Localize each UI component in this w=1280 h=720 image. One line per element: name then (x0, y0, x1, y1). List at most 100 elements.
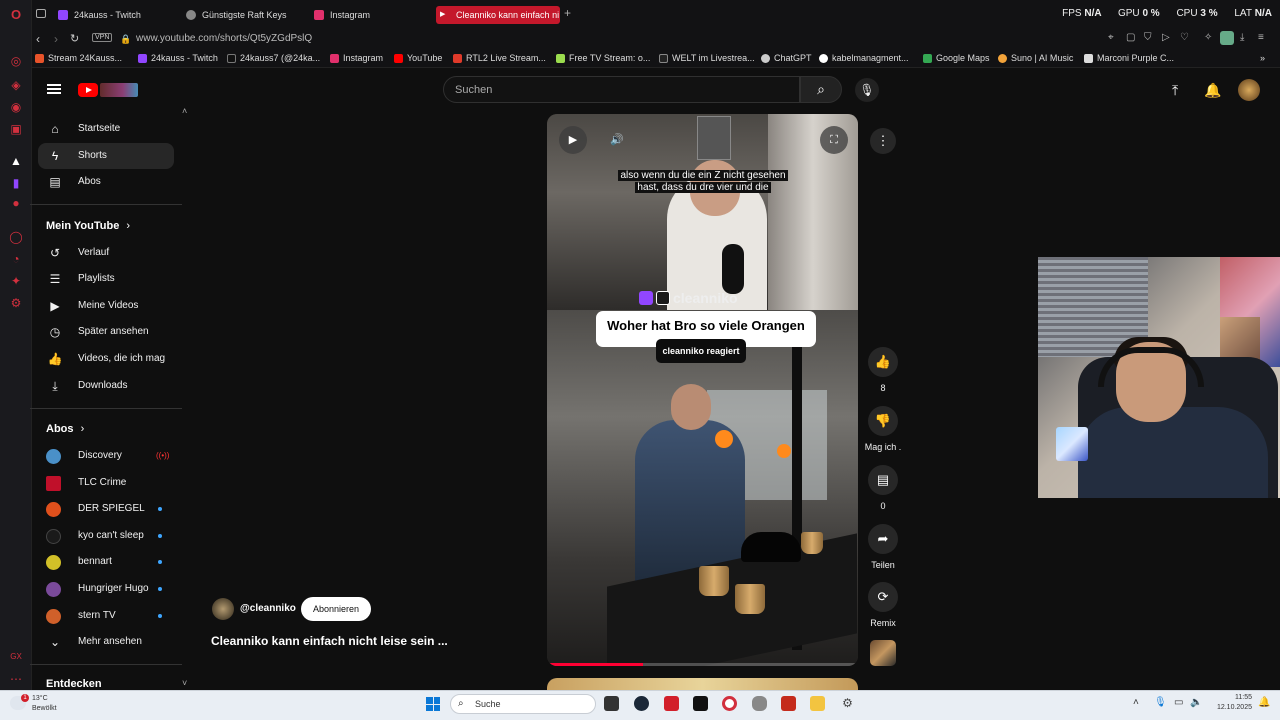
vpn-badge[interactable]: VPN (92, 33, 113, 42)
upload-icon[interactable]: ⤒ (1172, 82, 1178, 99)
bookmarks-overflow-icon[interactable]: » (1260, 53, 1265, 63)
sidebar-scroll-down-icon[interactable]: ˅ (182, 678, 187, 688)
taskbar-search[interactable]: ⌕ Suche (450, 694, 596, 714)
fullscreen-button[interactable]: ⛶ (820, 126, 848, 154)
subscription-bennart[interactable]: bennart (38, 549, 174, 575)
media-app-icon[interactable] (781, 696, 796, 711)
bookmark-item[interactable]: RTL2 Live Stream... (453, 53, 546, 63)
download-icon[interactable]: ⤓ (1240, 32, 1244, 43)
task-view-icon[interactable] (604, 696, 619, 711)
search-input[interactable]: Suchen (443, 76, 800, 103)
hamburger-menu-icon[interactable] (47, 84, 61, 94)
short-video-player[interactable]: also wenn du die ein Z nicht gesehen has… (547, 114, 858, 666)
sidebar-item-shorts[interactable]: ϟ Shorts (38, 143, 174, 169)
aria-icon[interactable]: ◎ (9, 54, 23, 68)
heart-icon[interactable]: ♡ (1180, 32, 1189, 43)
sidebar-item-watch-later[interactable]: ◷ Später ansehen (38, 319, 174, 345)
volume-button[interactable]: 🔊 (603, 126, 631, 154)
bookmark-item[interactable]: 24kauss7 (@24ka... (227, 53, 320, 63)
tab-instagram[interactable]: Instagram (310, 6, 430, 24)
sidebar-subs-header[interactable]: Abos › (46, 423, 84, 435)
menu-icon[interactable]: ≡ (1258, 32, 1264, 43)
sidebar-explore-header[interactable]: Entdecken (46, 678, 102, 690)
new-tab-button[interactable]: + (564, 6, 571, 20)
next-short-preview[interactable] (547, 678, 858, 690)
tab-twitch[interactable]: 24kauss - Twitch (54, 6, 174, 24)
workspace-icon[interactable]: ▲ (9, 154, 23, 168)
voice-search-button[interactable]: 🎙 (855, 78, 879, 102)
youtube-logo[interactable] (78, 81, 138, 99)
tab-strip-icon[interactable] (36, 9, 46, 18)
discord-icon[interactable]: ◈ (9, 78, 23, 92)
history-sidebar-icon[interactable]: ◔ (9, 252, 23, 266)
subscription-hungriger-hugo[interactable]: Hungriger Hugo (38, 576, 174, 602)
sidebar-item-home[interactable]: ⌂ Startseite (38, 116, 174, 142)
extensions-sidebar-icon[interactable]: ✦ (9, 274, 23, 288)
extensions-icon[interactable]: ✧ (1204, 32, 1212, 43)
subscription-kyo-cant-sleep[interactable]: kyo can't sleep (38, 523, 174, 549)
youtube-app-icon[interactable]: ● (9, 196, 23, 210)
search-button[interactable]: ⌕ (800, 76, 842, 103)
network-icon[interactable]: ▭ (1174, 697, 1183, 708)
subscription-stern-tv[interactable]: stern TV (38, 603, 174, 629)
subscription-discovery[interactable]: Discovery ((•)) (38, 443, 174, 469)
reload-icon[interactable]: ↻ (70, 32, 79, 45)
more-options-button[interactable]: ⋮ (870, 128, 896, 154)
sidebar-item-subscriptions[interactable]: ▤ Abos (38, 169, 174, 195)
opera-gx-taskbar-icon[interactable] (722, 696, 737, 711)
sidebar-show-more[interactable]: ⌄ Mehr ansehen (38, 629, 174, 655)
app-red-icon[interactable] (664, 696, 679, 711)
sound-thumbnail[interactable] (870, 640, 896, 666)
subscribe-button[interactable]: Abonnieren (301, 597, 371, 621)
sidebar-item-liked-videos[interactable]: 👍 Videos, die ich mag (38, 346, 174, 372)
bookmark-item[interactable]: Suno | AI Music (998, 53, 1073, 63)
steam-icon[interactable] (634, 696, 649, 711)
account-avatar[interactable] (1238, 79, 1260, 101)
sidebar-you-header[interactable]: Mein YouTube › (46, 220, 130, 232)
subscription-tlc-crime[interactable]: TLC Crime (38, 470, 174, 496)
sidebar-item-playlists[interactable]: ☰ Playlists (38, 266, 174, 292)
like-button[interactable]: 👍 8 (868, 347, 898, 393)
sidebar-item-history[interactable]: ↺ Verlauf (38, 240, 174, 266)
messenger-icon[interactable]: ◉ (9, 100, 23, 114)
notifications-bell-icon[interactable]: 🔔 (1204, 82, 1221, 99)
video-title[interactable]: Cleanniko kann einfach nicht leise sein … (211, 634, 448, 648)
play-icon[interactable]: ▷ (1162, 32, 1170, 43)
file-explorer-icon[interactable] (810, 696, 825, 711)
bookmark-item[interactable]: Google Maps (923, 53, 990, 63)
system-clock[interactable]: 11:55 12.10.2025 (1212, 693, 1252, 713)
windows-start-button[interactable] (426, 697, 440, 711)
weather-widget[interactable]: 1 13°C Bewölkt (10, 694, 57, 714)
tray-overflow-icon[interactable]: ˄ (1133, 697, 1139, 708)
pin-icon[interactable]: ⌖ (1108, 32, 1114, 43)
bookmark-item[interactable]: YouTube (394, 53, 442, 63)
sidebar-more-icon[interactable]: ⋯ (9, 672, 23, 686)
shield-icon[interactable]: ⛉ (1144, 32, 1152, 43)
bookmark-item[interactable]: Instagram (330, 53, 383, 63)
share-button[interactable]: ➦ Teilen (868, 524, 898, 570)
bookmark-item[interactable]: ChatGPT (761, 53, 812, 63)
remix-button[interactable]: ⟳ Remix (868, 582, 898, 628)
subscription-der-spiegel[interactable]: DER SPIEGEL (38, 496, 174, 522)
sidebar-item-downloads[interactable]: ⤓ Downloads (38, 373, 174, 399)
sidebar-collapse-icon[interactable]: ˄ (182, 106, 187, 116)
twitch-app-icon[interactable]: ▮ (9, 176, 23, 190)
opera-logo-icon[interactable]: O (9, 8, 23, 22)
url-field[interactable]: www.youtube.com/shorts/Qt5yZGdPslQ (136, 33, 312, 44)
player-icon[interactable]: ◯ (9, 230, 23, 244)
bookmark-item[interactable]: Marconi Purple C... (1084, 53, 1174, 63)
volume-tray-icon[interactable]: 🔈 (1190, 697, 1202, 708)
mouse-app-icon[interactable] (752, 696, 767, 711)
dislike-button[interactable]: 👎 Mag ich . (865, 406, 901, 452)
tab-youtube-active[interactable]: ▶ Cleanniko kann einfach ni (436, 6, 560, 24)
profile-icon[interactable] (1220, 31, 1234, 45)
forward-icon[interactable]: › (54, 32, 58, 46)
tab-raft-keys[interactable]: Günstigste Raft Keys (182, 6, 302, 24)
sidebar-item-my-videos[interactable]: ▶ Meine Videos (38, 293, 174, 319)
play-button[interactable]: ▶ (559, 126, 587, 154)
notification-center-icon[interactable]: 🔔 (1258, 697, 1270, 708)
back-icon[interactable]: ‹ (36, 32, 40, 46)
bookmark-item[interactable]: 24kauss - Twitch (138, 53, 218, 63)
snapshot-icon[interactable]: ▢ (1126, 32, 1135, 43)
epic-games-icon[interactable] (693, 696, 708, 711)
